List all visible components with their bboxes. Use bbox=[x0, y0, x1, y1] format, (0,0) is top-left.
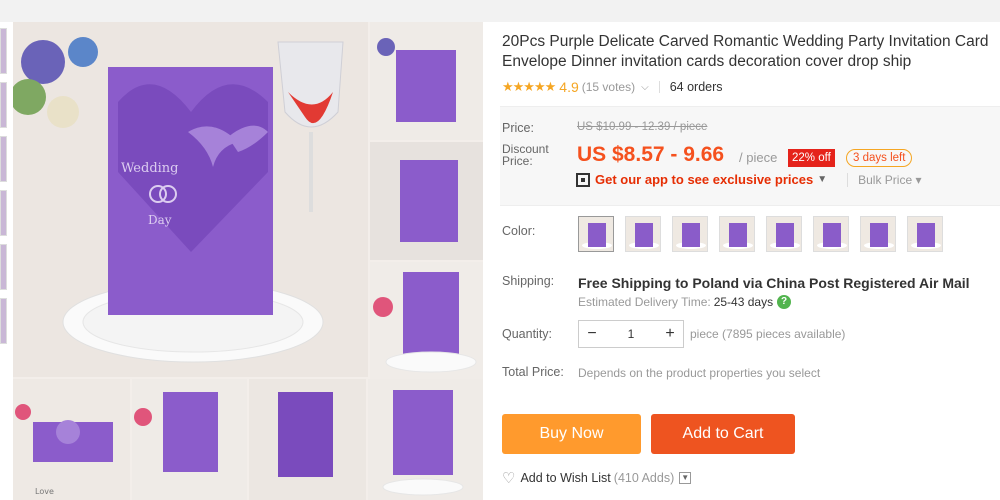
heart-icon[interactable]: ♡ bbox=[502, 469, 515, 487]
color-label: Color: bbox=[502, 224, 536, 238]
thumbnail-3[interactable] bbox=[0, 136, 7, 182]
orders-count: 64 orders bbox=[669, 80, 723, 94]
shipping-label: Shipping: bbox=[502, 274, 555, 288]
card-text-day: Day bbox=[148, 213, 172, 227]
wishlist-row: ♡ Add to Wish List (410 Adds) ▼ bbox=[502, 469, 692, 487]
delivery-estimate-label: Estimated Delivery Time: bbox=[578, 295, 711, 309]
color-swatch-6[interactable] bbox=[813, 216, 849, 252]
thumbnail-2[interactable] bbox=[0, 82, 7, 128]
price-block: Price: US $10.99 - 12.39 / piece Discoun… bbox=[500, 106, 1000, 206]
color-swatch-4[interactable] bbox=[719, 216, 755, 252]
discount-badge: 22% off bbox=[788, 149, 835, 167]
shipping-method[interactable]: Free Shipping to Poland via China Post R… bbox=[578, 275, 970, 291]
total-price-label: Total Price: bbox=[502, 365, 564, 379]
qr-code-icon bbox=[576, 172, 590, 187]
pieces-available: piece (7895 pieces available) bbox=[690, 327, 846, 341]
original-price: US $10.99 - 12.39 / piece bbox=[577, 121, 708, 133]
thumbnail-strip bbox=[0, 22, 8, 500]
chevron-down-icon[interactable]: ⌵ bbox=[641, 82, 649, 93]
product-title: 20Pcs Purple Delicate Carved Romantic We… bbox=[502, 33, 989, 70]
total-price-note: Depends on the product properties you se… bbox=[578, 366, 821, 380]
quantity-label: Quantity: bbox=[502, 327, 553, 341]
delivery-estimate-value: 25-43 days bbox=[713, 295, 774, 309]
discount-price-label: Discount Price: bbox=[502, 142, 549, 168]
color-swatch-1[interactable] bbox=[578, 216, 614, 252]
product-info: 20Pcs Purple Delicate Carved Romantic We… bbox=[500, 22, 1000, 500]
color-swatch-8[interactable] bbox=[907, 216, 943, 252]
buy-now-button[interactable]: Buy Now bbox=[502, 414, 641, 454]
rating-row: ★★★★★ 4.9 (15 votes) ⌵ 64 orders bbox=[502, 78, 1000, 96]
add-to-cart-button[interactable]: Add to Cart bbox=[651, 414, 795, 454]
delivery-estimate: Estimated Delivery Time: 25-43 days ? bbox=[578, 295, 792, 309]
wishlist-count: (410 Adds) bbox=[613, 471, 675, 485]
chevron-down-icon[interactable]: ▼ bbox=[817, 174, 827, 185]
app-promo-link[interactable]: Get our app to see exclusive prices bbox=[595, 172, 813, 187]
product-page: Wedding Day Love 20Pcs Purple Delicate C… bbox=[0, 22, 1000, 500]
price-unit: / piece bbox=[739, 150, 778, 165]
thumbnail-6[interactable] bbox=[0, 298, 7, 344]
card-text-wedding: Wedding bbox=[121, 161, 179, 176]
chevron-down-icon[interactable]: ▼ bbox=[679, 472, 692, 484]
add-to-wishlist-link[interactable]: Add to Wish List bbox=[520, 471, 610, 485]
main-product-image[interactable]: Wedding Day Love bbox=[13, 22, 483, 500]
app-promo-row: Get our app to see exclusive prices ▼ Bu… bbox=[576, 172, 922, 187]
color-swatch-5[interactable] bbox=[766, 216, 802, 252]
color-swatch-7[interactable] bbox=[860, 216, 896, 252]
quantity-input[interactable]: 1 bbox=[605, 327, 657, 341]
discount-price: US $8.57 - 9.66 bbox=[577, 143, 725, 166]
quantity-stepper: − 1 + bbox=[578, 320, 684, 348]
color-swatches bbox=[578, 216, 954, 252]
price-label: Price: bbox=[502, 121, 534, 135]
thumbnail-5[interactable] bbox=[0, 244, 7, 290]
decrease-button[interactable]: − bbox=[579, 325, 605, 343]
thumb-text-love: Love bbox=[35, 487, 54, 496]
votes-link[interactable]: (15 votes) bbox=[582, 80, 635, 94]
star-rating-icon: ★★★★★ bbox=[502, 79, 556, 94]
bulk-price-label: Bulk Price bbox=[858, 172, 913, 187]
help-icon[interactable]: ? bbox=[777, 295, 792, 309]
bulk-price-link[interactable]: Bulk Price ▾ bbox=[847, 172, 922, 187]
product-collage: Wedding Day Love bbox=[13, 22, 483, 500]
days-left-badge: 3 days left bbox=[846, 149, 913, 167]
thumbnail-1[interactable] bbox=[0, 28, 7, 74]
divider bbox=[658, 81, 660, 93]
color-swatch-2[interactable] bbox=[625, 216, 661, 252]
color-swatch-3[interactable] bbox=[672, 216, 708, 252]
increase-button[interactable]: + bbox=[657, 325, 683, 343]
thumbnail-4[interactable] bbox=[0, 190, 7, 236]
top-bar bbox=[0, 0, 1000, 22]
rating-value: 4.9 bbox=[559, 79, 579, 95]
